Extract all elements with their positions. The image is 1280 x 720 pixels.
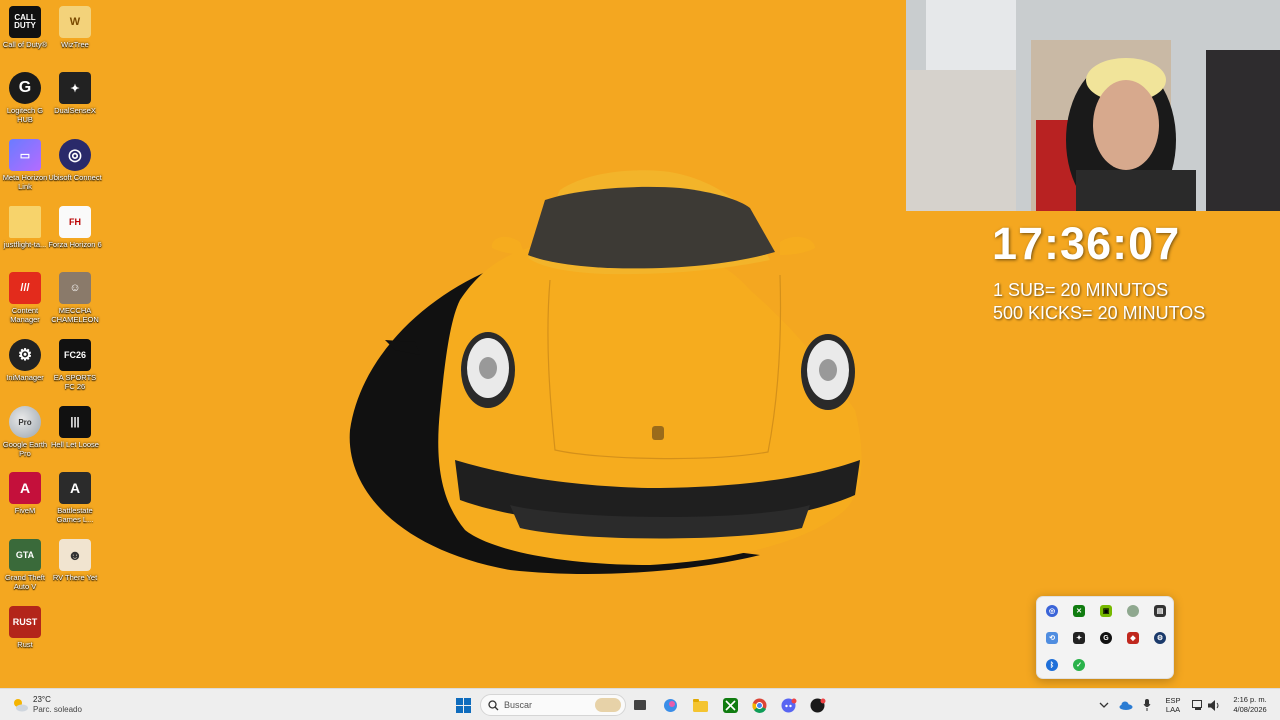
desktop-icon-justflight[interactable]: justflight-ta... [0, 206, 50, 249]
search-placeholder: Buscar [504, 700, 533, 710]
task-view-icon [634, 700, 646, 710]
ubisoft-connect-icon: ◎ [59, 139, 91, 171]
call-of-duty-icon: CALL DUTY [9, 6, 41, 38]
taskbar-time: 2:16 p. m. [1233, 695, 1267, 704]
hell-let-loose-icon: ||| [59, 406, 91, 438]
logitech-tray-icon[interactable]: G [1100, 632, 1112, 644]
meccha-chameleon-icon: ☺ [59, 272, 91, 304]
cloud-sync-tray-icon[interactable]: ⟲ [1046, 632, 1058, 644]
desktop-icon-logitech-g-hub[interactable]: G Logitech G HUB [0, 72, 50, 124]
desktop-icon-battlestate-games[interactable]: A Battlestate Games L... [50, 472, 100, 524]
battlestate-games-icon: A [59, 472, 91, 504]
weather-description: Parc. soleado [33, 705, 82, 714]
desktop-icon-fivem[interactable]: A FiveM [0, 472, 50, 515]
desktop-icon-wiztree[interactable]: W WizTree [50, 6, 100, 49]
ethernet-icon [1192, 700, 1202, 710]
desktop-icon-meta-horizon-link[interactable]: ▭ Meta Horizon Link [0, 139, 50, 191]
fivem-icon: A [9, 472, 41, 504]
desktop-icon-dualsensex[interactable]: ✦ DualSenseX [50, 72, 100, 115]
nvidia-tray-icon[interactable]: ▣ [1100, 605, 1112, 617]
speaker-icon [1207, 699, 1218, 711]
microphone-button[interactable] [1137, 695, 1157, 715]
inimanager-icon: ⚙ [9, 339, 41, 371]
onedrive-icon [1119, 701, 1133, 710]
tray-overflow-flyout: ◎ ✕ ▣ ▤ ⟲ ✦ G ◆ ⚙ ᛒ ✓ [1036, 596, 1174, 679]
discord-icon [781, 698, 797, 712]
wiztree-icon: W [59, 6, 91, 38]
logitech-g-hub-icon: G [9, 72, 41, 104]
app-button[interactable] [808, 695, 828, 715]
search-highlight-icon [595, 698, 621, 712]
rust-icon: RUST [9, 606, 41, 638]
taskbar-date: 4/08/2026 [1233, 705, 1267, 714]
taskbar-search-box[interactable]: Buscar [480, 694, 626, 716]
antivirus-tray-icon[interactable]: ◆ [1127, 632, 1139, 644]
defender-tray-icon[interactable]: ✓ [1073, 659, 1085, 671]
desktop-icon-call-of-duty[interactable]: CALL DUTY Call of Duty® [0, 6, 50, 49]
copilot-button[interactable] [660, 695, 680, 715]
folder-icon [9, 206, 41, 238]
webcam-person-image [906, 0, 1280, 211]
app-tray-icon[interactable]: ▤ [1154, 605, 1166, 617]
status-circle-tray-icon[interactable] [1127, 605, 1139, 617]
app-icon [810, 698, 826, 712]
desktop-icon-forza-horizon[interactable]: FH Forza Horizon 6 [48, 206, 102, 249]
wallpaper-car-image [349, 170, 862, 575]
xbox-button[interactable] [720, 695, 740, 715]
microphone-icon [1143, 699, 1151, 711]
chevron-down-icon [1099, 702, 1109, 708]
ea-sports-fc-icon: FC26 [59, 339, 91, 371]
gta-v-icon: GTA [9, 539, 41, 571]
search-icon [488, 700, 499, 711]
desktop-icon-content-manager[interactable]: /// Content Manager [0, 272, 50, 324]
sub-rule-text: 1 SUB= 20 MINUTOS [993, 280, 1169, 300]
dualsensex-icon: ✦ [59, 72, 91, 104]
rv-there-yet-icon: ☻ [59, 539, 91, 571]
weather-temperature: 23°C [33, 695, 51, 704]
desktop-icon-inimanager[interactable]: ⚙ IniManager [0, 339, 50, 382]
desktop-icon-rv-there-yet[interactable]: ☻ RV There Yet [50, 539, 100, 582]
folder-icon [692, 698, 708, 712]
desktop-icon-rust[interactable]: RUST Rust [0, 606, 50, 649]
volume-button[interactable] [1204, 695, 1224, 715]
desktop-icon-gta-v[interactable]: GTA Grand Theft Auto V [0, 539, 50, 591]
desktop-icon-hell-let-loose[interactable]: ||| Hell Let Loose [50, 406, 100, 449]
windows-logo-icon [455, 697, 471, 713]
file-explorer-button[interactable] [690, 695, 710, 715]
desktop-icon-ubisoft-connect[interactable]: ◎ Ubisoft Connect [48, 139, 102, 182]
google-earth-pro-icon: Pro [9, 406, 41, 438]
weather-widget[interactable]: 23°C Parc. soleado [8, 689, 98, 720]
discord-button[interactable] [779, 695, 799, 715]
meta-horizon-link-icon: ▭ [9, 139, 41, 171]
desktop-icon-google-earth-pro[interactable]: Pro Google Earth Pro [0, 406, 50, 458]
dualsensex-tray-icon[interactable]: ✦ [1073, 632, 1085, 644]
onedrive-button[interactable] [1116, 695, 1136, 715]
xbox-tray-icon[interactable]: ✕ [1073, 605, 1085, 617]
start-button[interactable] [453, 695, 473, 715]
taskbar: 23°C Parc. soleado Buscar ESP LAA 2:16 p… [0, 688, 1280, 720]
keyboard-layout-label: LAA [1165, 705, 1181, 714]
content-manager-icon: /// [9, 272, 41, 304]
stream-countdown-clock: 17:36:07 [992, 218, 1181, 269]
webcam-feed [906, 0, 1280, 211]
bluetooth-tray-icon[interactable]: ᛒ [1046, 659, 1058, 671]
partly-sunny-icon [14, 699, 28, 712]
steam-tray-icon[interactable]: ⚙ [1154, 632, 1166, 644]
chrome-button[interactable] [749, 695, 769, 715]
show-hidden-icons-button[interactable] [1094, 695, 1114, 715]
meta-tray-icon[interactable]: ◎ [1046, 605, 1058, 617]
clock-and-date[interactable]: 2:16 p. m. 4/08/2026 [1226, 693, 1274, 717]
copilot-icon [663, 698, 677, 712]
language-label: ESP [1165, 696, 1181, 705]
task-view-button[interactable] [630, 695, 650, 715]
xbox-icon [722, 697, 738, 713]
desktop-icon-ea-sports-fc[interactable]: FC26 EA SPORTS FC 26 [50, 339, 100, 391]
forza-horizon-icon: FH [59, 206, 91, 238]
chrome-icon [751, 698, 766, 713]
input-language-indicator[interactable]: ESP LAA [1160, 695, 1186, 715]
desktop-icon-meccha-chameleon[interactable]: ☺ MECCHA CHAMELEON [50, 272, 100, 324]
kicks-rule-text: 500 KICKS= 20 MINUTOS [993, 303, 1206, 323]
